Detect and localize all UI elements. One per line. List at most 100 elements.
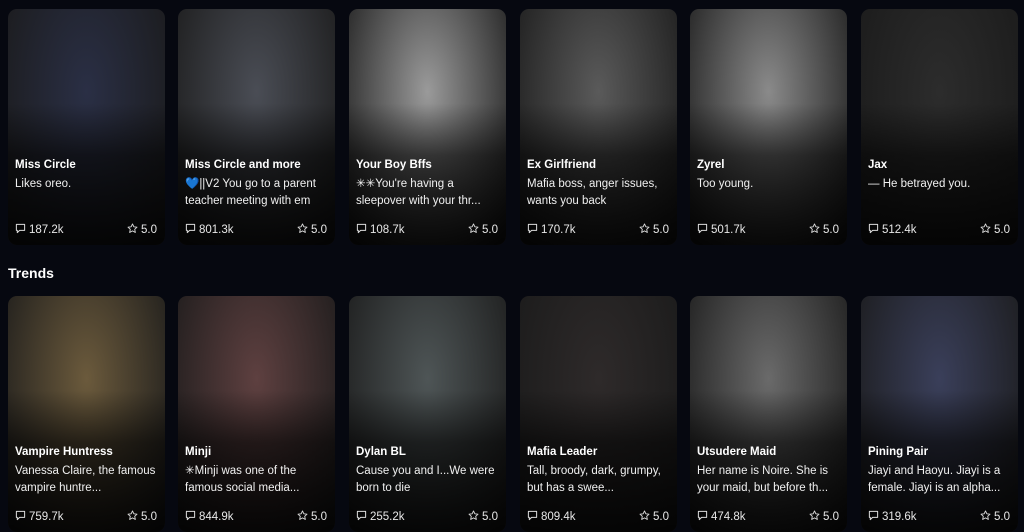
chat-count: 108.7k	[356, 223, 405, 237]
character-name: Utsudere Maid	[697, 446, 777, 458]
character-name: Ex Girlfriend	[527, 159, 597, 171]
star-icon	[127, 510, 138, 524]
rating-value: 5.0	[482, 511, 498, 523]
character-name: Minji	[185, 446, 212, 458]
chat-count-value: 809.4k	[541, 511, 576, 523]
star-icon	[468, 223, 479, 237]
star-icon	[980, 223, 991, 237]
rating: 5.0	[809, 510, 839, 524]
character-card[interactable]: Minji ✳Minji was one of the famous social…	[178, 296, 335, 532]
rating-value: 5.0	[823, 224, 839, 236]
character-description: Too young.	[697, 178, 754, 190]
star-icon	[980, 510, 991, 524]
chat-count: 187.2k	[15, 223, 64, 237]
star-icon	[468, 510, 479, 524]
character-name: Dylan BL	[356, 446, 406, 458]
character-card[interactable]: Your Boy Bffs ✳✳You're having a sleepover…	[349, 9, 506, 245]
character-description: Mafia boss, anger issues, wants you back	[527, 178, 658, 207]
rating: 5.0	[639, 510, 669, 524]
character-description: ✳Minji was one of the famous social medi…	[185, 465, 300, 494]
character-name: Mafia Leader	[527, 446, 598, 458]
chat-bubble-icon	[527, 510, 538, 524]
character-card[interactable]: Mafia Leader Tall, broody, dark, grumpy, …	[520, 296, 677, 532]
rating-value: 5.0	[653, 511, 669, 523]
rating-value: 5.0	[994, 224, 1010, 236]
character-card[interactable]: Ex Girlfriend Mafia boss, anger issues, w…	[520, 9, 677, 245]
rating: 5.0	[468, 510, 498, 524]
chat-count-value: 501.7k	[711, 224, 746, 236]
chat-count-value: 319.6k	[882, 511, 917, 523]
chat-bubble-icon	[15, 223, 26, 237]
star-icon	[127, 223, 138, 237]
character-description: ✳✳You're having a sleepover with your th…	[356, 178, 481, 207]
rating-value: 5.0	[994, 511, 1010, 523]
character-card[interactable]: Miss Circle and more 💙||V2 You go to a pa…	[178, 9, 335, 245]
rating: 5.0	[468, 223, 498, 237]
chat-count: 474.8k	[697, 510, 746, 524]
card-gradient-overlay	[690, 9, 847, 245]
chat-count: 759.7k	[15, 510, 64, 524]
chat-count-value: 512.4k	[882, 224, 917, 236]
chat-count: 319.6k	[868, 510, 917, 524]
chat-bubble-icon	[185, 223, 196, 237]
card-gradient-overlay	[8, 9, 165, 245]
card-gradient-overlay	[861, 9, 1018, 245]
star-icon	[639, 510, 650, 524]
chat-count-value: 255.2k	[370, 511, 405, 523]
star-icon	[639, 223, 650, 237]
character-name: Zyrel	[697, 159, 725, 171]
character-description: Vanessa Claire, the famous vampire huntr…	[15, 465, 156, 494]
rating-value: 5.0	[141, 511, 157, 523]
chat-bubble-icon	[527, 223, 538, 237]
rating: 5.0	[639, 223, 669, 237]
rating-value: 5.0	[311, 511, 327, 523]
character-name: Jax	[868, 159, 888, 171]
chat-count-value: 759.7k	[29, 511, 64, 523]
chat-count: 801.3k	[185, 223, 234, 237]
character-description: Tall, broody, dark, grumpy, but has a sw…	[527, 465, 661, 494]
character-card[interactable]: Dylan BL Cause you and I...We were born t…	[349, 296, 506, 532]
chat-bubble-icon	[356, 223, 367, 237]
character-card[interactable]: Jax — He betrayed you. 512.4k 5.0	[861, 9, 1018, 245]
featured-row: Miss Circle Likes oreo. 187.2k 5.0 Miss Circ…	[0, 9, 1024, 245]
rating-value: 5.0	[482, 224, 498, 236]
rating: 5.0	[809, 223, 839, 237]
rating-value: 5.0	[823, 511, 839, 523]
character-name: Pining Pair	[868, 446, 929, 458]
star-icon	[297, 510, 308, 524]
chat-count: 501.7k	[697, 223, 746, 237]
character-card[interactable]: Pining Pair Jiayi and Haoyu. Jiayi is a f…	[861, 296, 1018, 532]
chat-count-value: 801.3k	[199, 224, 234, 236]
chat-bubble-icon	[697, 223, 708, 237]
rating-value: 5.0	[141, 224, 157, 236]
chat-count-value: 108.7k	[370, 224, 405, 236]
chat-bubble-icon	[185, 510, 196, 524]
character-description: Likes oreo.	[15, 178, 72, 190]
rating: 5.0	[980, 510, 1010, 524]
chat-count: 844.9k	[185, 510, 234, 524]
character-name: Your Boy Bffs	[356, 159, 432, 171]
chat-bubble-icon	[868, 223, 879, 237]
character-description: Cause you and I...We were born to die	[356, 465, 495, 494]
character-description: — He betrayed you.	[868, 178, 971, 190]
rating: 5.0	[127, 510, 157, 524]
chat-count: 512.4k	[868, 223, 917, 237]
character-card[interactable]: Vampire Huntress Vanessa Claire, the famo…	[8, 296, 165, 532]
character-name: Miss Circle	[15, 159, 76, 171]
chat-count: 170.7k	[527, 223, 576, 237]
character-card[interactable]: Utsudere Maid Her name is Noire. She is y…	[690, 296, 847, 532]
chat-bubble-icon	[356, 510, 367, 524]
character-name: Miss Circle and more	[185, 159, 301, 171]
star-icon	[809, 510, 820, 524]
character-card[interactable]: Miss Circle Likes oreo. 187.2k 5.0	[8, 9, 165, 245]
trends-row: Vampire Huntress Vanessa Claire, the famo…	[0, 296, 1024, 532]
character-description: Her name is Noire. She is your maid, but…	[697, 465, 829, 494]
chat-count-value: 170.7k	[541, 224, 576, 236]
character-description: 💙||V2 You go to a parent teacher meeting…	[185, 178, 316, 207]
star-icon	[809, 223, 820, 237]
section-title-trends: Trends	[8, 265, 54, 281]
chat-count: 809.4k	[527, 510, 576, 524]
character-card[interactable]: Zyrel Too young. 501.7k 5.0	[690, 9, 847, 245]
chat-bubble-icon	[15, 510, 26, 524]
chat-count-value: 187.2k	[29, 224, 64, 236]
